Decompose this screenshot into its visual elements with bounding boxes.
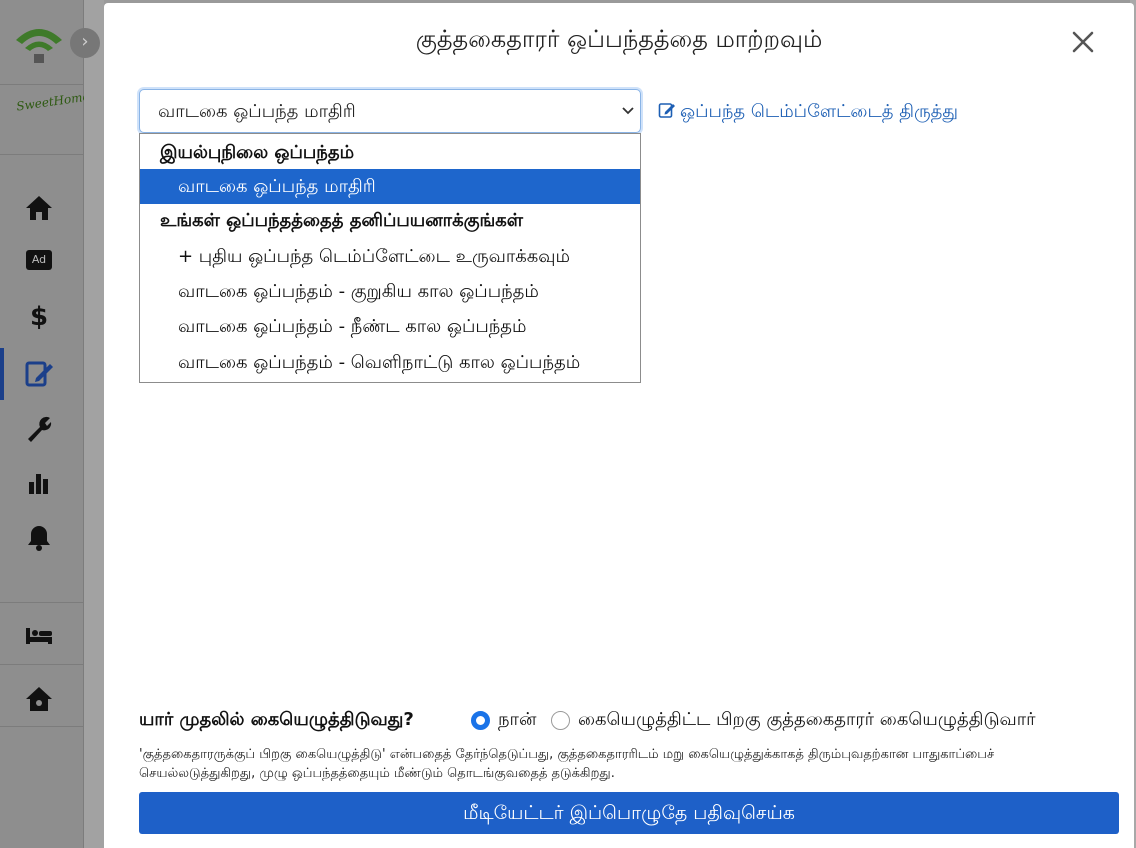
option-long-term-agreement[interactable]: வாடகை ஒப்பந்தம் - நீண்ட கால ஒப்பந்தம் xyxy=(140,309,640,344)
who-signs-first-question: யார் முதலில் கையெழுத்திடுவது? xyxy=(139,709,414,730)
radio-tenant-after-label: கையெழுத்திட்ட பிறகு குத்தகைதாரர் கையெழுத… xyxy=(578,709,1036,730)
edit-template-label: ஒப்பந்த டெம்ப்ளேட்டைத் திருத்து xyxy=(680,101,958,122)
option-rental-agreement-template[interactable]: வாடகை ஒப்பந்த மாதிரி xyxy=(140,169,640,204)
sidebar-divider xyxy=(0,602,84,603)
register-mediator-button[interactable]: மீடியேட்டர் இப்பொழுதே பதிவுசெய்க xyxy=(139,792,1119,834)
sidebar-divider xyxy=(0,726,84,727)
bed-icon[interactable] xyxy=(24,620,54,650)
bell-icon[interactable] xyxy=(24,522,54,552)
sidebar-divider xyxy=(0,664,84,665)
sidebar: SweetHome Ad $ xyxy=(0,0,91,848)
ad-icon[interactable]: Ad xyxy=(26,250,52,270)
close-icon[interactable] xyxy=(1070,29,1096,55)
home-icon[interactable] xyxy=(24,193,54,223)
radio-me[interactable] xyxy=(471,711,490,730)
template-dropdown-list: இயல்புநிலை ஒப்பந்தம் வாடகை ஒப்பந்த மாதிர… xyxy=(139,133,641,383)
radio-tenant-after[interactable] xyxy=(551,711,570,730)
optgroup-custom: உங்கள் ஒப்பந்தத்தைத் தனிப்பயனாக்குங்கள் xyxy=(160,210,524,231)
signing-order-note: 'குத்தகைதாரருக்குப் பிறகு கையெழுத்திடு' … xyxy=(139,747,995,781)
collapse-sidebar-button[interactable]: › xyxy=(70,28,100,58)
option-create-new-template[interactable]: + புதிய ஒப்பந்த டெம்ப்ளேட்டை உருவாக்கவும… xyxy=(140,239,640,274)
radio-me-label: நான் xyxy=(498,709,537,730)
modal-title: குத்தகைதாரர் ஒப்பந்தத்தை மாற்றவும் xyxy=(415,25,823,53)
dollar-icon[interactable]: $ xyxy=(30,302,60,332)
edit-contract-icon[interactable] xyxy=(24,358,54,388)
chevron-down-icon xyxy=(622,107,634,115)
edit-template-link[interactable]: ஒப்பந்த டெம்ப்ளேட்டைத் திருத்து xyxy=(658,101,958,124)
wifi-home-logo-icon xyxy=(16,29,62,63)
house-settings-icon[interactable] xyxy=(24,684,54,714)
sidebar-divider xyxy=(0,84,84,85)
optgroup-default: இயல்புநிலை ஒப்பந்தம் xyxy=(160,142,355,163)
background-page xyxy=(84,0,104,848)
option-short-term-agreement[interactable]: வாடகை ஒப்பந்தம் - குறுகிய கால ஒப்பந்தம் xyxy=(140,274,640,309)
sidebar-divider xyxy=(0,154,84,155)
bar-chart-icon[interactable] xyxy=(24,468,54,498)
brand-logo: SweetHome xyxy=(15,89,91,114)
wrench-icon[interactable] xyxy=(24,414,54,444)
option-foreign-term-agreement[interactable]: வாடகை ஒப்பந்தம் - வெளிநாட்டு கால ஒப்பந்த… xyxy=(140,345,640,380)
select-current-value: வாடகை ஒப்பந்த மாதிரி xyxy=(158,101,356,122)
change-tenant-agreement-modal: குத்தகைதாரர் ஒப்பந்தத்தை மாற்றவும் வாடகை… xyxy=(104,3,1134,848)
edit-icon xyxy=(658,103,675,118)
sidebar-active-indicator xyxy=(0,348,4,400)
agreement-template-select[interactable]: வாடகை ஒப்பந்த மாதிரி xyxy=(139,89,641,133)
